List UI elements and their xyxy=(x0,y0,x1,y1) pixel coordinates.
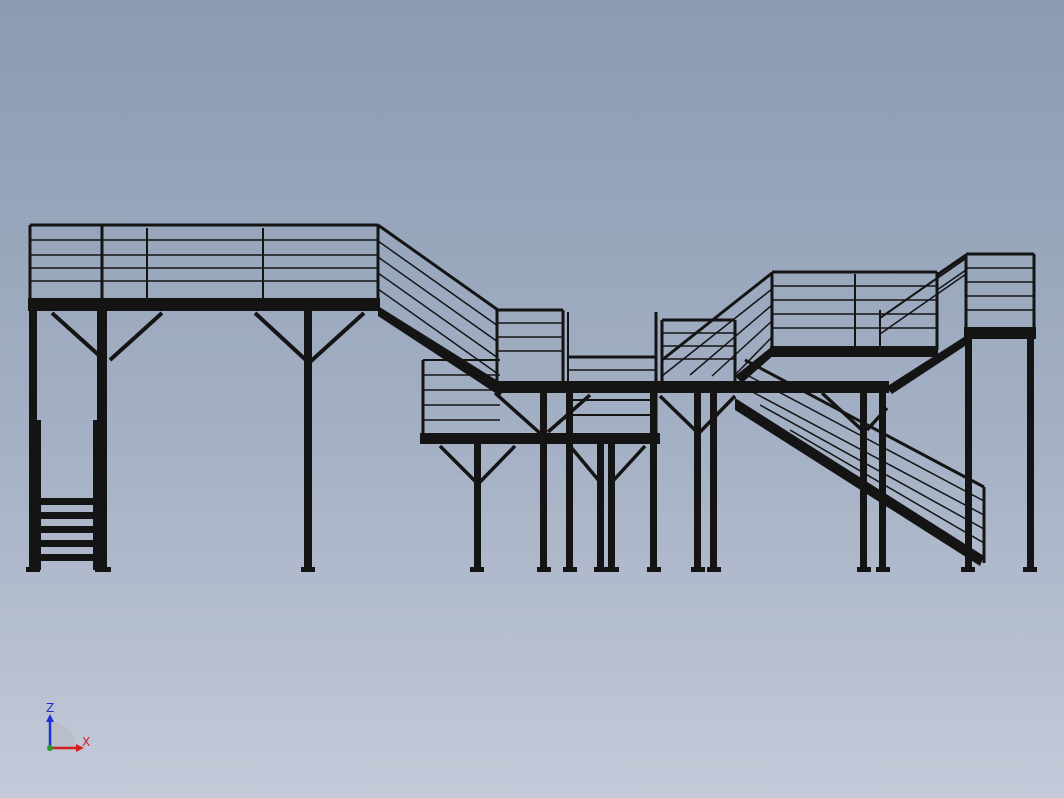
upper-right-landing-deck xyxy=(964,327,1036,339)
axis-origin-dot xyxy=(47,745,53,751)
center-legs xyxy=(474,393,886,568)
axis-triad: Z X xyxy=(46,701,90,752)
left-platform xyxy=(26,223,380,572)
right-platform-deck xyxy=(770,346,938,357)
z-axis-arrowhead xyxy=(46,714,54,722)
left-platform-deck xyxy=(28,298,380,311)
center-upper-deck xyxy=(497,381,889,393)
cad-viewport[interactable]: Z X xyxy=(0,0,1064,798)
x-axis-label: X xyxy=(82,735,90,749)
right-platform xyxy=(770,252,1037,572)
access-ladder xyxy=(37,420,97,570)
center-feet xyxy=(470,567,890,572)
z-axis-label: Z xyxy=(46,701,54,715)
triad-shaded-quadrant xyxy=(50,722,76,748)
left-platform-feet xyxy=(26,567,315,572)
left-stair xyxy=(377,223,506,396)
left-platform-guardrail xyxy=(28,223,380,300)
